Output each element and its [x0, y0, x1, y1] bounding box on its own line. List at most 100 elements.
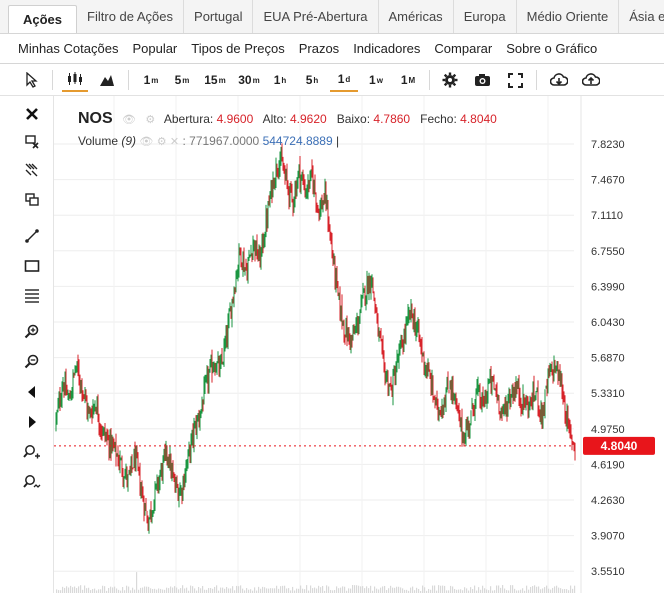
- volume-bar: [136, 572, 138, 593]
- volume-bar: [368, 588, 370, 593]
- rectangle-icon[interactable]: [22, 256, 42, 276]
- volume-settings-icon[interactable]: ⚙: [157, 136, 167, 148]
- volume-bar: [460, 589, 462, 593]
- interval-1m[interactable]: 1m: [140, 68, 162, 92]
- volume-bar: [108, 587, 110, 593]
- volume-bar: [440, 585, 442, 593]
- volume-bar: [342, 586, 344, 593]
- tab-asia-oceania[interactable]: Ásia e Oceania: [619, 0, 664, 33]
- volume-bar: [472, 589, 474, 593]
- interval-1M[interactable]: 1M: [397, 68, 419, 92]
- camera-icon[interactable]: [472, 68, 492, 92]
- interval-1d[interactable]: 1d: [330, 68, 358, 92]
- menu-minhas-cotacoes[interactable]: Minhas Cotações: [18, 41, 118, 56]
- volume-bar: [564, 589, 566, 593]
- high-label: Alto:: [262, 112, 287, 126]
- volume-bar: [424, 587, 426, 593]
- interval-1h[interactable]: 1h: [269, 68, 291, 92]
- cursor-icon[interactable]: [22, 68, 42, 92]
- volume-bar: [344, 586, 346, 593]
- volume-bar: [216, 585, 218, 593]
- visibility-icon[interactable]: 👁: [122, 114, 136, 126]
- volume-bar: [176, 587, 178, 593]
- drawing-tools: [0, 96, 54, 593]
- volume-remove-icon[interactable]: ✕: [170, 136, 179, 148]
- volume-bar: [102, 585, 104, 593]
- volume-bar: [222, 587, 224, 593]
- interval-5m[interactable]: 5m: [171, 68, 193, 92]
- candlestick-chart-icon[interactable]: [62, 68, 88, 92]
- volume-bar: [162, 589, 164, 593]
- volume-bar: [328, 586, 330, 593]
- volume-bar: [288, 588, 290, 593]
- fibonacci-icon[interactable]: [22, 286, 42, 306]
- scroll-left-icon[interactable]: [22, 382, 42, 402]
- volume-bar: [178, 589, 180, 593]
- remove-drawings-icon[interactable]: [22, 132, 42, 152]
- volume-bar: [466, 588, 468, 593]
- fullscreen-icon[interactable]: [505, 68, 525, 92]
- volume-bar: [306, 585, 308, 593]
- zoom-range-out-icon[interactable]: [22, 472, 42, 492]
- volume-bar: [250, 589, 252, 593]
- volume-bar: [376, 588, 378, 593]
- interval-15m[interactable]: 15 m: [202, 68, 228, 92]
- volume-bar: [530, 586, 532, 593]
- interval-5h[interactable]: 5h: [301, 68, 323, 92]
- settings-small-icon[interactable]: ⚙: [145, 114, 155, 126]
- volume-bar: [160, 588, 162, 593]
- volume-bar: [370, 585, 372, 593]
- y-tick-label: 3.5510: [591, 566, 625, 578]
- trend-line-icon[interactable]: [22, 226, 42, 246]
- zoom-out-icon[interactable]: [22, 352, 42, 372]
- volume-bar: [228, 588, 230, 593]
- tab-acoes[interactable]: Ações: [8, 5, 78, 33]
- zoom-in-icon[interactable]: [22, 322, 42, 342]
- volume-bar: [84, 585, 86, 593]
- tab-americas[interactable]: Américas: [379, 0, 454, 33]
- menu-indicadores[interactable]: Indicadores: [353, 41, 420, 56]
- gear-icon[interactable]: [440, 68, 460, 92]
- tab-filtro-acoes[interactable]: Filtro de Ações: [77, 0, 185, 33]
- menu-popular[interactable]: Popular: [132, 41, 177, 56]
- magnet-icon[interactable]: [22, 160, 42, 180]
- volume-bar: [348, 588, 350, 593]
- interval-1w[interactable]: 1w: [365, 68, 387, 92]
- volume-bar: [336, 586, 338, 593]
- volume-bar: [142, 587, 144, 593]
- volume-bar: [382, 586, 384, 593]
- tab-europa[interactable]: Europa: [454, 0, 517, 33]
- volume-visibility-icon[interactable]: 👁: [139, 136, 153, 148]
- volume-bar: [312, 588, 314, 593]
- price-chart[interactable]: 7.8230 7.4670 7.1110 6.7550 6.3990 6.0430 5.68…: [54, 96, 664, 593]
- area-chart-icon[interactable]: [96, 68, 118, 92]
- cloud-upload-icon[interactable]: [580, 68, 602, 92]
- tab-medio-oriente[interactable]: Médio Oriente: [517, 0, 620, 33]
- volume-bar: [546, 585, 548, 593]
- volume-bar: [72, 587, 74, 593]
- zoom-range-in-icon[interactable]: [22, 442, 42, 462]
- tab-portugal[interactable]: Portugal: [184, 0, 254, 33]
- volume-bar: [354, 585, 356, 593]
- volume-bar: [224, 588, 226, 593]
- menu-prazos[interactable]: Prazos: [299, 41, 339, 56]
- interval-30m[interactable]: 30 m: [236, 68, 262, 92]
- chart-canvas[interactable]: 7.8230 7.4670 7.1110 6.7550 6.3990 6.0430 5.68…: [54, 96, 664, 593]
- volume-bar: [452, 586, 454, 593]
- menu-comparar[interactable]: Comparar: [434, 41, 492, 56]
- menu-tipos-precos[interactable]: Tipos de Preços: [191, 41, 284, 56]
- volume-bar: [556, 585, 558, 593]
- volume-bar: [418, 588, 420, 593]
- scroll-right-icon[interactable]: [22, 412, 42, 432]
- volume-bar: [88, 587, 90, 593]
- y-tick-label: 5.3310: [591, 388, 625, 400]
- volume-bar: [322, 585, 324, 593]
- menu-sobre-grafico[interactable]: Sobre o Gráfico: [506, 41, 597, 56]
- volume-bar: [212, 588, 214, 593]
- tab-eua-pre-abertura[interactable]: EUA Pré-Abertura: [253, 0, 379, 33]
- volume-bar: [270, 588, 272, 593]
- cloud-download-icon[interactable]: [548, 68, 570, 92]
- layers-icon[interactable]: [22, 190, 42, 210]
- volume-bar: [496, 585, 498, 593]
- close-icon[interactable]: [22, 104, 42, 124]
